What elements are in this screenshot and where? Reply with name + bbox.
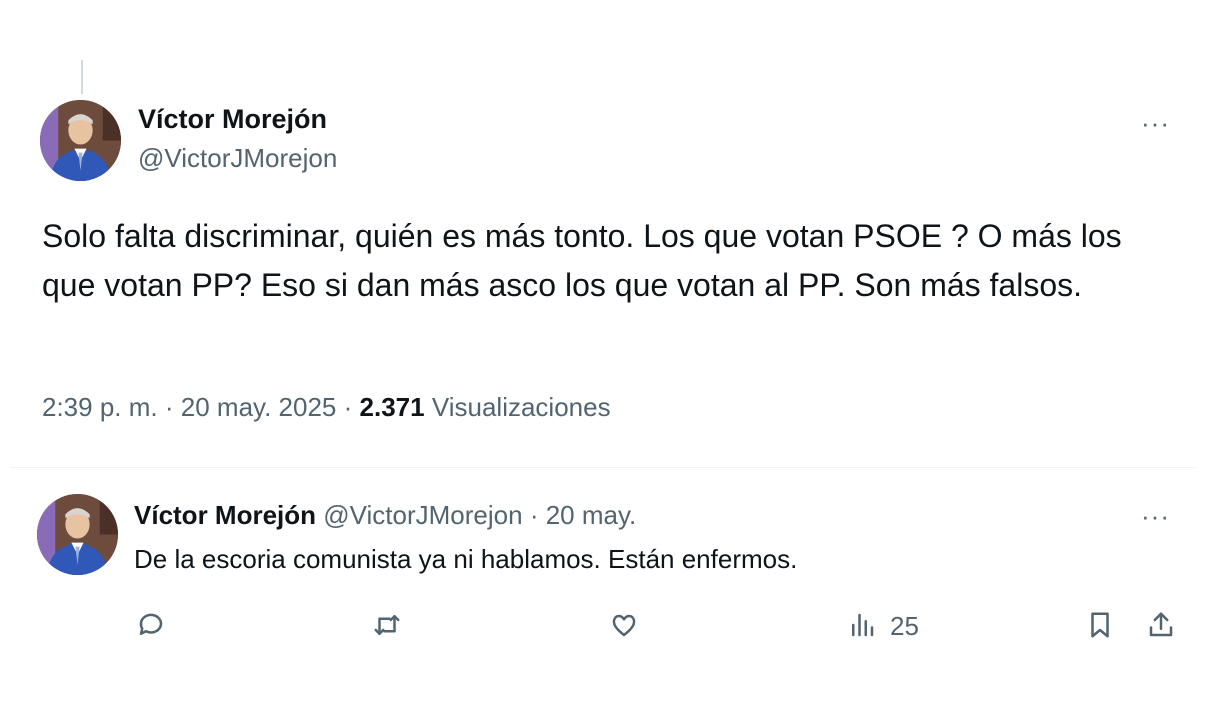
reply-header: Víctor Morejón @VictorJMorejon · 20 may. xyxy=(134,500,636,531)
tweet-date[interactable]: 20 may. 2025 xyxy=(181,392,337,422)
retweet-icon[interactable] xyxy=(372,610,402,640)
thread-line xyxy=(81,60,83,94)
meta-separator: · xyxy=(343,392,353,422)
meta-separator: · xyxy=(164,392,174,422)
divider xyxy=(10,467,1195,468)
reply-author-name[interactable]: Víctor Morejón xyxy=(134,500,316,530)
views-label: Visualizaciones xyxy=(431,392,611,422)
share-icon[interactable] xyxy=(1146,610,1176,640)
avatar[interactable] xyxy=(37,494,118,575)
views-count: 2.371 xyxy=(359,392,425,422)
reply-icon[interactable] xyxy=(136,610,166,640)
author-handle[interactable]: @VictorJMorejon xyxy=(138,143,337,174)
reply-views-count: 25 xyxy=(890,611,919,641)
tweet-text: Solo falta discriminar, quién es más ton… xyxy=(42,218,1122,303)
tweet-time[interactable]: 2:39 p. m. xyxy=(42,392,158,422)
more-options-icon[interactable]: ··· xyxy=(1141,501,1170,532)
tweet-meta: 2:39 p. m. · 20 may. 2025 · 2.371 Visual… xyxy=(42,392,611,423)
like-icon[interactable] xyxy=(609,610,639,640)
bookmark-icon[interactable] xyxy=(1085,610,1115,640)
views-icon[interactable] xyxy=(847,610,877,640)
reply-author-handle[interactable]: @VictorJMorejon xyxy=(323,500,522,530)
author-name[interactable]: Víctor Morejón xyxy=(138,104,327,135)
more-options-icon[interactable]: ··· xyxy=(1141,108,1170,139)
avatar[interactable] xyxy=(40,100,121,181)
reply-text: De la escoria comunista ya ni hablamos. … xyxy=(134,544,798,574)
reply-date[interactable]: · 20 may. xyxy=(530,500,636,530)
